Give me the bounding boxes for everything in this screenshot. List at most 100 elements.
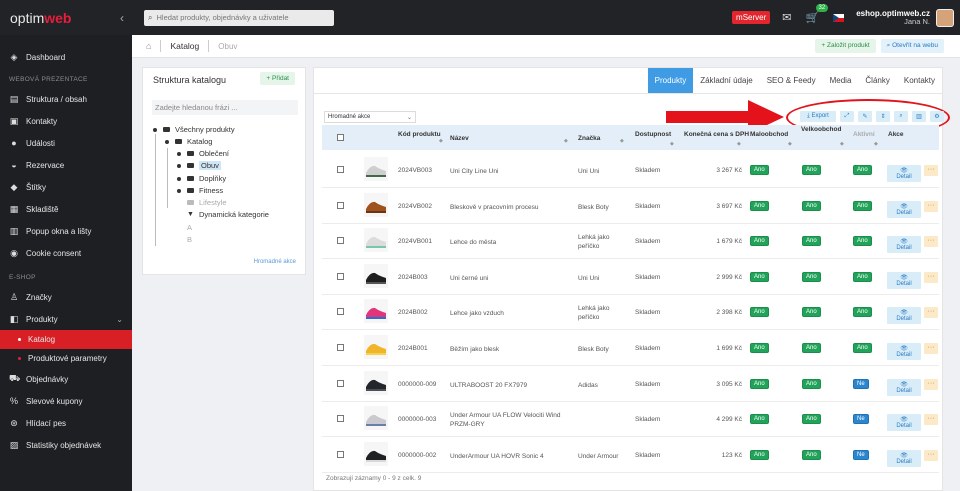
table-row[interactable]: 2024B001 Běžím jako blesk Blesk Boty Sklade… (322, 330, 939, 366)
tree-toggle[interactable] (177, 189, 181, 193)
sort-icon[interactable]: ◆ (840, 141, 844, 147)
sort-icon[interactable]: ◆ (564, 138, 568, 144)
product-name[interactable]: Lehce jako vzduch (450, 309, 582, 318)
bulk-actions-link[interactable]: Hromadné akce (254, 259, 296, 265)
row-checkbox[interactable] (337, 272, 344, 280)
fullscreen-icon[interactable]: ⤢ (840, 111, 854, 122)
retail-badge[interactable]: Ano (750, 236, 769, 247)
tree-toggle[interactable] (177, 177, 181, 181)
collapse-sidebar-icon[interactable]: ‹ (120, 11, 124, 25)
sidebar-item-popup[interactable]: ▥ Popup okna a lišty (0, 220, 132, 242)
detail-button[interactable]: 👁 Detail (887, 378, 921, 396)
sidebar-item-statistiky[interactable]: ▨ Statistiky objednávek (0, 434, 132, 456)
product-thumbnail[interactable] (364, 228, 388, 253)
detail-button[interactable]: 👁 Detail (887, 236, 921, 254)
row-checkbox[interactable] (337, 415, 344, 423)
table-row[interactable]: 2024VB002 Bleskově v pracovním procesu Ble… (322, 188, 939, 224)
wholesale-badge[interactable]: Ano (802, 236, 821, 247)
column-header[interactable]: Konečná cena s DPH (684, 131, 749, 138)
create-product-button[interactable]: + Založit produkt (815, 39, 876, 53)
sidebar-subitem-parametry[interactable]: Produktové parametry (0, 349, 132, 368)
wholesale-badge[interactable]: Ano (802, 449, 821, 460)
sidebar-item-kupony[interactable]: % Slevové kupony (0, 390, 132, 412)
product-thumbnail[interactable] (364, 157, 388, 181)
active-badge[interactable]: Ano (853, 236, 872, 247)
active-badge[interactable]: Ne (853, 378, 869, 389)
sidebar-item-kontakty[interactable]: ▣ Kontakty (0, 110, 132, 132)
sidebar-item-stitky[interactable]: ◆ Štítky (0, 176, 132, 198)
column-header[interactable]: Maloobchod (750, 131, 788, 138)
active-badge[interactable]: Ne (853, 414, 869, 425)
cart-icon[interactable]: 🛒 32 (806, 4, 829, 24)
sidebar-item-struktura[interactable]: ▤ Struktura / obsah (0, 88, 132, 110)
row-checkbox[interactable] (337, 450, 344, 458)
product-name[interactable]: Uni City Line Uni (450, 167, 582, 176)
tree-node-selected[interactable]: Obuv (187, 161, 221, 170)
tab-seo-feedy[interactable]: SEO & Feedy (760, 68, 823, 93)
detail-button[interactable]: 👁 Detail (887, 307, 921, 325)
wholesale-badge[interactable]: Ano (802, 200, 821, 211)
sort-icon[interactable]: ◆ (874, 141, 878, 147)
more-actions-button[interactable]: ··· (924, 343, 938, 354)
detail-button[interactable]: 👁 Detail (887, 271, 921, 289)
product-name[interactable]: ULTRABOOST 20 FX7979 (450, 381, 582, 390)
tree-node[interactable]: Všechny produkty (163, 125, 235, 134)
tree-node[interactable]: Lifestyle (187, 198, 227, 207)
settings-icon[interactable]: ⚙ (930, 111, 944, 122)
user-info[interactable]: eshop.optimweb.cz Jana N. (856, 9, 930, 27)
tree-node[interactable]: A (163, 223, 192, 232)
search-icon[interactable]: ⌕ (894, 111, 908, 122)
product-name[interactable]: UnderArmour UA HOVR Sonic 4 (450, 452, 582, 461)
open-web-button[interactable]: ⌕ Otevřít na webu (880, 39, 944, 53)
product-name[interactable]: Lehce do města (450, 238, 582, 247)
active-badge[interactable]: Ano (853, 165, 872, 175)
tab-kontakty[interactable]: Kontakty (897, 68, 942, 93)
detail-button[interactable]: 👁 Detail (887, 343, 921, 360)
detail-button[interactable]: 👁 Detail (887, 449, 921, 467)
wholesale-badge[interactable]: Ano (802, 271, 821, 282)
more-actions-button[interactable]: ··· (924, 165, 938, 176)
avatar[interactable] (936, 8, 954, 27)
edit-icon[interactable]: ✎ (858, 111, 872, 122)
product-name[interactable]: Běžím jako blesk (450, 345, 582, 354)
table-row[interactable]: 2024B003 Uni černé uni Uni Uni Skladem 2 999… (322, 259, 939, 295)
row-checkbox[interactable] (337, 379, 344, 387)
product-thumbnail[interactable] (364, 370, 388, 395)
tab-media[interactable]: Media (823, 68, 859, 93)
tree-toggle[interactable] (153, 128, 157, 132)
product-thumbnail[interactable] (364, 406, 388, 431)
czech-flag-icon[interactable] (833, 13, 845, 22)
retail-badge[interactable]: Ano (750, 343, 769, 353)
retail-badge[interactable]: Ano (750, 271, 769, 282)
sidebar-item-dashboard[interactable]: ◈ Dashboard (0, 46, 132, 68)
wholesale-badge[interactable]: Ano (802, 343, 821, 353)
table-row[interactable]: 2024B002 Lehce jako vzduch Lehká jako peří… (322, 294, 939, 331)
row-checkbox[interactable] (337, 344, 344, 351)
tree-search-input[interactable]: Zadejte hledanou frázi ... (152, 100, 298, 115)
sort-icon[interactable]: ⇕ (876, 111, 890, 122)
active-badge[interactable]: Ne (853, 449, 869, 460)
sidebar-item-objednavky[interactable]: ⛟ Objednávky (0, 368, 132, 390)
row-checkbox[interactable] (337, 201, 344, 209)
server-badge[interactable]: mServer (732, 11, 771, 24)
select-all-checkbox[interactable] (337, 134, 344, 141)
columns-icon[interactable]: ▥ (912, 111, 926, 122)
active-badge[interactable]: Ano (853, 200, 872, 211)
add-category-button[interactable]: + Přidat (260, 72, 295, 85)
more-actions-button[interactable]: ··· (924, 200, 938, 212)
more-actions-button[interactable]: ··· (924, 414, 938, 426)
tree-toggle[interactable] (165, 140, 169, 144)
wholesale-badge[interactable]: Ano (802, 414, 821, 425)
tab-produkty[interactable]: Produkty (647, 68, 694, 93)
product-thumbnail[interactable] (364, 299, 388, 324)
wholesale-badge[interactable]: Ano (802, 165, 821, 175)
product-thumbnail[interactable] (364, 441, 388, 466)
logo[interactable]: optim web ‹ (0, 0, 132, 35)
bulk-actions-select[interactable]: Hromadné akce ⌄ (324, 111, 416, 123)
table-row[interactable]: 0000000-003 Under Armour UA FLOW Velociti… (322, 401, 939, 438)
row-checkbox[interactable] (337, 166, 344, 173)
global-search-input[interactable]: ⌕ Hledat produkty, objednávky a uživatel… (144, 9, 334, 26)
product-thumbnail[interactable] (364, 263, 388, 288)
sidebar-subitem-katalog[interactable]: Katalog (0, 330, 132, 349)
detail-button[interactable]: 👁 Detail (887, 200, 921, 218)
